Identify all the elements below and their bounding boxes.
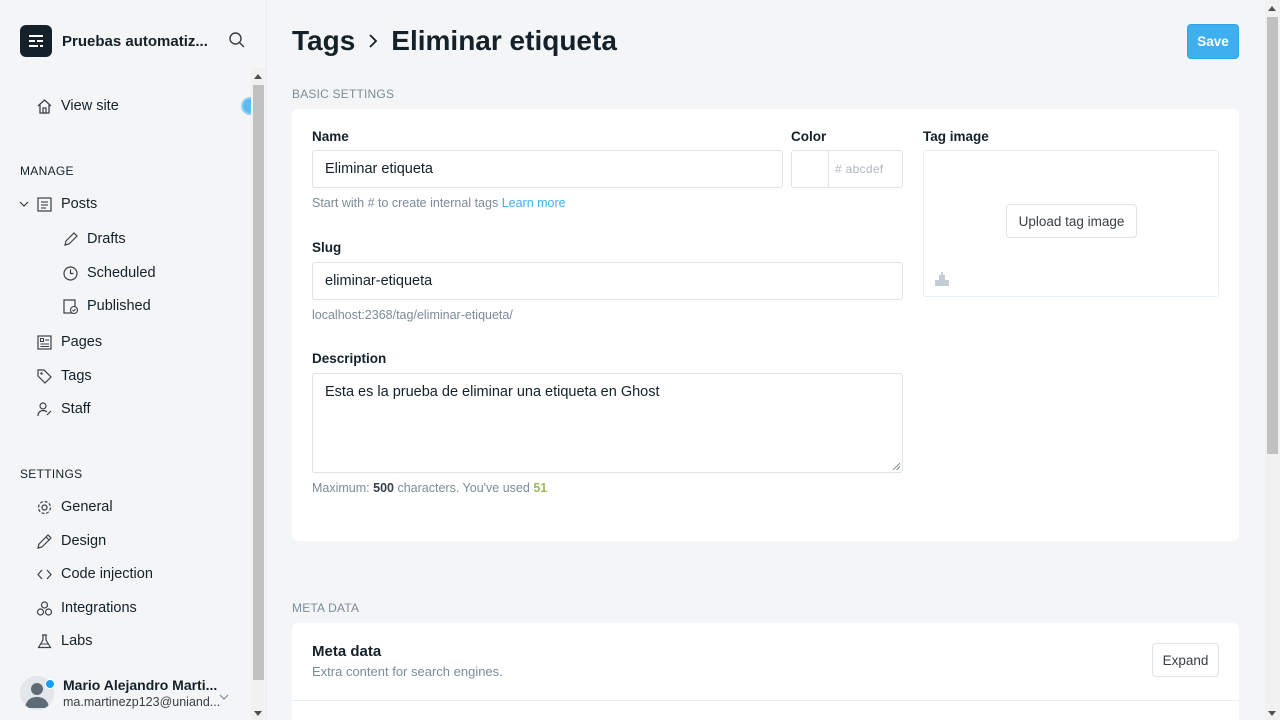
scroll-up-arrow[interactable] — [254, 74, 262, 79]
main-scrollbar[interactable] — [1265, 0, 1280, 720]
labs-icon — [37, 633, 52, 648]
counter-max: 500 — [373, 481, 394, 495]
sidebar-scrollbar[interactable] — [251, 68, 266, 720]
nav-scheduled[interactable]: Scheduled — [62, 263, 156, 283]
nav-drafts-label: Drafts — [87, 231, 126, 247]
description-text: Esta es la prueba de eliminar una etique… — [325, 384, 660, 400]
nav-labs[interactable]: Labs — [36, 631, 92, 651]
status-badge — [45, 679, 55, 689]
counter-used: 51 — [533, 481, 548, 495]
divider — [292, 700, 1239, 701]
ghost-logo-icon — [20, 25, 52, 57]
nav-staff[interactable]: Staff — [36, 399, 91, 419]
nav-code-injection-label: Code injection — [61, 566, 153, 582]
sidebar: Pruebas automatiz... View site MANAGE Po… — [0, 0, 267, 720]
character-counter: Maximum: 500 characters. You've used 51 — [312, 481, 547, 495]
chevron-right-icon — [369, 34, 378, 48]
nav-labs-label: Labs — [61, 633, 93, 649]
brand[interactable]: Pruebas automatiz... — [20, 25, 214, 57]
image-icon — [934, 271, 950, 287]
name-label: Name — [312, 129, 349, 144]
description-textarea[interactable]: Esta es la prueba de eliminar una etique… — [312, 373, 903, 473]
nav-view-site-label: View site — [61, 98, 119, 114]
published-icon — [63, 298, 79, 314]
breadcrumb-current: Eliminar etiqueta — [391, 25, 617, 56]
color-input[interactable]: # abcdef — [829, 151, 883, 187]
expand-button[interactable]: Expand — [1152, 643, 1219, 677]
nav-published[interactable]: Published — [62, 296, 151, 316]
name-input[interactable]: Eliminar etiqueta — [312, 150, 783, 188]
counter-suffix: characters. You've used — [397, 481, 530, 495]
meta-data-heading: META DATA — [292, 601, 360, 615]
nav-pages-label: Pages — [61, 334, 103, 350]
main-scroll-down-arrow[interactable] — [1268, 711, 1276, 716]
pages-icon — [37, 334, 52, 350]
chevron-down-icon[interactable] — [18, 197, 32, 211]
main-content: Tags Eliminar etiqueta Save BASIC SETTIN… — [268, 0, 1265, 720]
nav-posts-label: Posts — [61, 196, 98, 212]
nav-view-site[interactable]: View site — [36, 96, 119, 116]
tag-image-label: Tag image — [923, 129, 989, 144]
main-scroll-up-arrow[interactable] — [1268, 6, 1276, 11]
blog-title: Pruebas automatiz... — [62, 32, 208, 50]
meta-data-title: Meta data — [312, 643, 382, 660]
user-info: Mario Alejandro Marti... ma.martinezp123… — [63, 677, 223, 709]
code-icon — [37, 569, 52, 579]
nav-staff-label: Staff — [61, 401, 91, 417]
clock-icon — [63, 265, 78, 281]
slug-input[interactable]: eliminar-etiqueta — [312, 262, 903, 300]
manage-heading: MANAGE — [20, 164, 74, 178]
nav-code-injection[interactable]: Code injection — [36, 564, 153, 584]
description-label: Description — [312, 351, 387, 366]
name-hint: Start with # to create internal tags Lea… — [312, 196, 566, 210]
design-icon — [37, 533, 52, 549]
resize-handle-icon[interactable] — [892, 462, 900, 470]
scroll-thumb[interactable] — [253, 85, 264, 680]
nav-published-label: Published — [87, 298, 151, 314]
upload-tag-image-button[interactable]: Upload tag image — [1006, 204, 1137, 238]
scroll-down-arrow[interactable] — [254, 711, 262, 716]
nav-integrations[interactable]: Integrations — [36, 598, 137, 618]
staff-icon — [37, 401, 52, 416]
user-name: Mario Alejandro Marti... — [63, 677, 218, 693]
meta-data-card: Meta data Extra content for search engin… — [292, 623, 1239, 720]
settings-heading: SETTINGS — [20, 467, 83, 481]
basic-settings-heading: BASIC SETTINGS — [292, 87, 395, 101]
name-hint-text: Start with # to create internal tags — [312, 196, 499, 210]
basic-settings-card: Name Eliminar etiqueta Start with # to c… — [292, 109, 1239, 541]
nav-integrations-label: Integrations — [61, 600, 137, 616]
breadcrumb-tags[interactable]: Tags — [292, 25, 355, 57]
slug-label: Slug — [312, 240, 342, 255]
color-field[interactable]: # abcdef — [791, 150, 903, 188]
page-title: Tags Eliminar etiqueta — [292, 25, 617, 57]
slug-url: localhost:2368/tag/eliminar-etiqueta/ — [312, 308, 513, 322]
home-icon — [37, 98, 52, 114]
pencil-icon — [64, 231, 78, 246]
tag-icon — [37, 368, 52, 384]
nav-pages[interactable]: Pages — [36, 332, 102, 352]
nav-tags-label: Tags — [61, 368, 92, 384]
gear-icon — [37, 500, 52, 514]
save-button[interactable]: Save — [1187, 24, 1239, 59]
posts-icon — [37, 196, 52, 212]
nav-design-label: Design — [61, 533, 107, 549]
integrations-icon — [36, 600, 53, 616]
nav-general[interactable]: General — [36, 497, 113, 517]
nav-drafts[interactable]: Drafts — [62, 229, 126, 249]
meta-data-subtitle: Extra content for search engines. — [312, 664, 503, 679]
nav-design[interactable]: Design — [36, 531, 106, 551]
nav-tags[interactable]: Tags — [36, 366, 92, 386]
tag-image-dropzone[interactable]: Upload tag image — [923, 150, 1219, 297]
counter-prefix: Maximum: — [312, 481, 370, 495]
nav-posts[interactable]: Posts — [36, 194, 97, 214]
user-email: ma.martinezp123@uniand... — [63, 695, 221, 709]
search-icon[interactable] — [228, 31, 248, 51]
main-scroll-thumb[interactable] — [1267, 17, 1278, 454]
learn-more-link[interactable]: Learn more — [502, 196, 566, 210]
nav-general-label: General — [61, 499, 113, 515]
color-swatch[interactable] — [792, 151, 829, 187]
color-label: Color — [791, 129, 827, 144]
nav-scheduled-label: Scheduled — [87, 265, 156, 281]
chevron-down-icon[interactable] — [218, 690, 230, 702]
